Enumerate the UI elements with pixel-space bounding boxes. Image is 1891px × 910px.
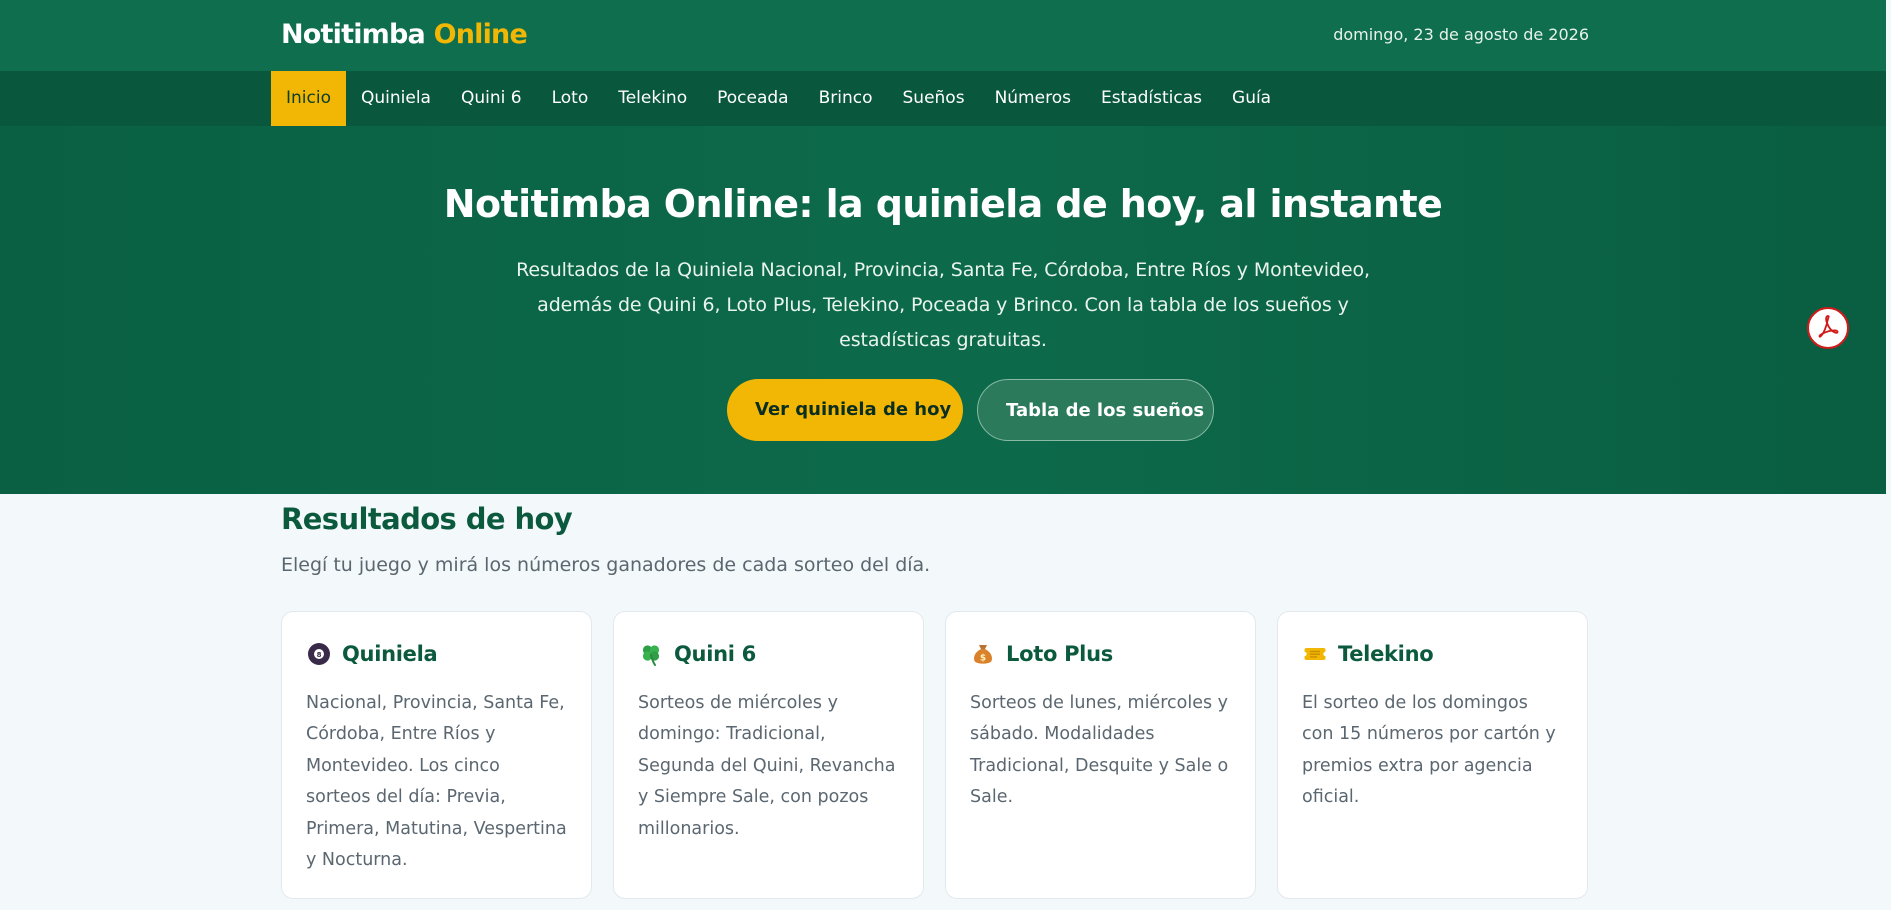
card-header: $ Loto Plus — [970, 640, 1231, 668]
pdf-icon — [1815, 313, 1841, 343]
hero-title: Notitimba Online: la quiniela de hoy, al… — [443, 182, 1443, 226]
nav-item-loto[interactable]: Loto — [537, 71, 604, 126]
clover-icon — [638, 641, 664, 667]
game-cards: 8 Quiniela Nacional, Provincia, Santa Fe… — [281, 611, 1588, 899]
brand-name: Notitimba — [281, 19, 426, 50]
results-title: Resultados de hoy — [281, 502, 573, 536]
nav-item-quiniela[interactable]: Quiniela — [346, 71, 446, 126]
main-nav: Inicio Quiniela Quini 6 Loto Telekino Po… — [0, 71, 1886, 126]
nav-item-estadisticas[interactable]: Estadísticas — [1086, 71, 1217, 126]
nav-item-brinco[interactable]: Brinco — [804, 71, 888, 126]
game-card-quiniela[interactable]: 8 Quiniela Nacional, Provincia, Santa Fe… — [281, 611, 592, 899]
nav-item-poceada[interactable]: Poceada — [702, 71, 803, 126]
current-date: domingo, 23 de agosto de 2026 — [1333, 25, 1589, 44]
card-description: Sorteos de lunes, miércoles y sábado. Mo… — [970, 693, 1229, 808]
game-card-loto-plus[interactable]: $ Loto Plus Sorteos de lunes, miércoles … — [945, 611, 1256, 899]
nav-item-guia[interactable]: Guía — [1217, 71, 1286, 126]
card-description: El sorteo de los domingos con 15 números… — [1302, 693, 1556, 808]
results-section: Resultados de hoy Elegí tu juego y mirá … — [0, 494, 1886, 910]
nav-list: Inicio Quiniela Quini 6 Loto Telekino Po… — [271, 71, 1286, 126]
hero-actions: Ver quiniela de hoy Tabla de los sueños — [0, 379, 1886, 441]
card-title: Quini 6 — [674, 642, 756, 666]
nav-item-suenos[interactable]: Sueños — [888, 71, 980, 126]
game-card-telekino[interactable]: Telekino El sorteo de los domingos con 1… — [1277, 611, 1588, 899]
page: Notitimba Online domingo, 23 de agosto d… — [0, 0, 1886, 910]
card-description: Sorteos de miércoles y domingo: Tradicio… — [638, 693, 896, 839]
billiard-ball-icon: 8 — [306, 641, 332, 667]
view-today-quiniela-button[interactable]: Ver quiniela de hoy — [727, 379, 963, 441]
nav-item-inicio[interactable]: Inicio — [271, 71, 346, 126]
card-header: Telekino — [1302, 640, 1563, 668]
nav-item-telekino[interactable]: Telekino — [603, 71, 702, 126]
dream-table-button[interactable]: Tabla de los sueños — [977, 379, 1214, 441]
card-title: Loto Plus — [1006, 642, 1113, 666]
card-header: 8 Quiniela — [306, 640, 567, 668]
pdf-download-button[interactable] — [1807, 307, 1849, 349]
svg-text:8: 8 — [317, 651, 322, 659]
ticket-icon — [1302, 641, 1328, 667]
card-title: Quiniela — [342, 642, 438, 666]
site-logo[interactable]: Notitimba Online — [281, 17, 528, 53]
hero-section: Notitimba Online: la quiniela de hoy, al… — [0, 126, 1886, 494]
game-card-quini-6[interactable]: Quini 6 Sorteos de miércoles y domingo: … — [613, 611, 924, 899]
money-bag-icon: $ — [970, 641, 996, 667]
results-subtitle: Elegí tu juego y mirá los números ganado… — [281, 554, 931, 576]
card-header: Quini 6 — [638, 640, 899, 668]
card-title: Telekino — [1338, 642, 1434, 666]
svg-text:$: $ — [980, 654, 986, 664]
card-description: Nacional, Provincia, Santa Fe, Córdoba, … — [306, 693, 567, 871]
hero-subtitle: Resultados de la Quiniela Nacional, Prov… — [516, 259, 1370, 351]
site-header: Notitimba Online domingo, 23 de agosto d… — [0, 0, 1886, 71]
brand-accent: Online — [433, 19, 528, 50]
nav-item-quini-6[interactable]: Quini 6 — [446, 71, 537, 126]
nav-item-numeros[interactable]: Números — [980, 71, 1086, 126]
